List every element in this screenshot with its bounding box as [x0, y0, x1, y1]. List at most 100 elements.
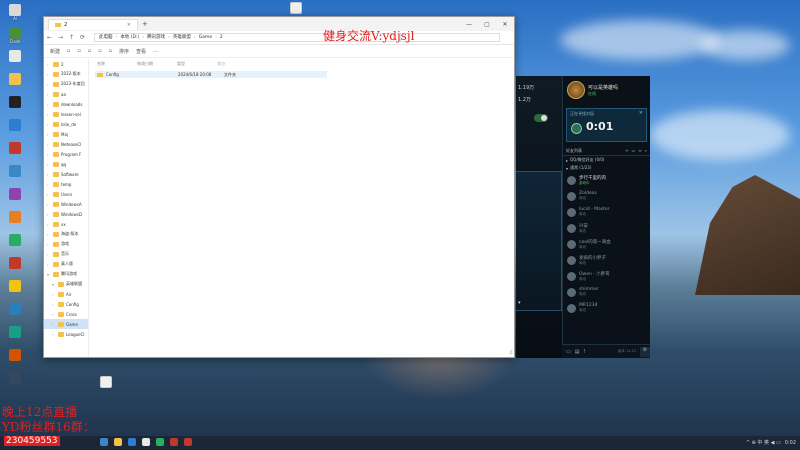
friend-item[interactable]: lucid - Master 离线	[563, 204, 650, 220]
friend-item[interactable]: cool的第一滴血 离线	[563, 236, 650, 252]
profile-header[interactable]: 可以是英雄吗 在线	[563, 76, 650, 104]
expand-chevron-icon[interactable]: ›	[47, 222, 51, 227]
expand-chevron-icon[interactable]: ›	[47, 242, 51, 247]
expand-chevron-icon[interactable]: ›	[47, 162, 51, 167]
column-header[interactable]: 名称	[97, 61, 137, 69]
expand-chevron-icon[interactable]: ›	[47, 132, 51, 137]
friend-item[interactable]: 兴安 离线	[563, 220, 650, 236]
expand-chevron-icon[interactable]: ›	[47, 172, 51, 177]
sidebar-folder-item[interactable]: › 音乐	[44, 249, 88, 259]
friend-group-qq[interactable]: ▸ QQ/微信好友 (0/0)	[563, 156, 650, 164]
friend-item[interactable]: Zoldeas 离线	[563, 188, 650, 204]
scroll-corner-icon[interactable]: C	[510, 350, 514, 356]
breadcrumb-item[interactable]: 本地 (D:)	[120, 34, 139, 41]
friend-item[interactable]: 发疯的小胖子 离线	[563, 252, 650, 268]
expand-chevron-icon[interactable]: ›	[47, 62, 51, 67]
sidebar-folder-item[interactable]: › temp	[44, 179, 88, 189]
refresh-icon[interactable]: ⟳	[77, 34, 88, 41]
new-tab-button[interactable]: +	[142, 20, 148, 28]
sidebar-folder-item[interactable]: › Game	[44, 319, 88, 329]
taskbar-app-icon[interactable]	[156, 438, 164, 446]
expand-chevron-icon[interactable]: ›	[52, 322, 56, 327]
toolbar-button[interactable]: 排序	[119, 48, 129, 55]
tab-close-icon[interactable]: ×	[127, 20, 131, 30]
tray-icons[interactable]: ^ ⊕ 中 英 ◀ ▭	[746, 439, 781, 446]
sidebar-folder-item[interactable]: › Software	[44, 169, 88, 179]
taskbar-app-icon[interactable]	[128, 438, 136, 446]
dropdown-chevron-icon[interactable]: ▾	[518, 300, 521, 306]
sidebar-folder-item[interactable]: › 2	[44, 59, 88, 69]
breadcrumb-item[interactable]: Game	[199, 34, 212, 41]
sidebar-folder-item[interactable]: › aa	[44, 89, 88, 99]
column-header[interactable]: 修改日期	[137, 61, 177, 69]
friend-group-general[interactable]: ▾ 通常 (1/23)	[563, 164, 650, 172]
toolbar-button[interactable]: ▫	[67, 48, 70, 54]
sidebar-folder-item[interactable]: › lolio_de	[44, 119, 88, 129]
column-header[interactable]: 大小	[217, 61, 257, 69]
list-icon[interactable]: ≡	[638, 148, 641, 153]
toolbar-button[interactable]: 查看	[136, 48, 146, 55]
file-row[interactable]: Config 2024/6/18 20:08 文件夹	[95, 71, 327, 78]
toolbar-button[interactable]: ▫	[77, 48, 80, 54]
sidebar-folder-item[interactable]: › downloads	[44, 99, 88, 109]
desktop-app-icon[interactable]	[3, 303, 27, 323]
expand-chevron-icon[interactable]: ›	[47, 232, 51, 237]
expand-chevron-icon[interactable]: ›	[47, 192, 51, 197]
expand-chevron-icon[interactable]: ›	[52, 302, 56, 307]
desktop-file-icon[interactable]	[94, 376, 118, 396]
add-friend-icon[interactable]: +	[625, 148, 628, 153]
desktop-app-icon[interactable]	[3, 372, 27, 392]
sidebar-folder-item[interactable]: ▾ 英雄联盟	[44, 279, 88, 289]
desktop-app-icon[interactable]	[3, 280, 27, 300]
expand-chevron-icon[interactable]: ›	[47, 72, 51, 77]
breadcrumb-item[interactable]: 英雄联盟	[173, 34, 191, 41]
sidebar-folder-item[interactable]: › Program F	[44, 149, 88, 159]
sidebar-folder-item[interactable]: › Config	[44, 299, 88, 309]
expand-chevron-icon[interactable]: ›	[47, 182, 51, 187]
breadcrumb-item[interactable]: 此电脑	[99, 34, 113, 41]
expand-chevron-icon[interactable]: ›	[47, 212, 51, 217]
sidebar-folder-item[interactable]: › WindowsA	[44, 199, 88, 209]
sidebar-folder-item[interactable]: › 2022-版本	[44, 69, 88, 79]
desktop-app-icon[interactable]	[3, 257, 27, 277]
desktop-app-icon[interactable]	[3, 326, 27, 346]
expand-chevron-icon[interactable]: ›	[47, 152, 51, 157]
expand-chevron-icon[interactable]: ›	[47, 82, 51, 87]
back-icon[interactable]: ←	[44, 34, 55, 41]
toolbar-button[interactable]: ▫	[98, 48, 101, 54]
expand-chevron-icon[interactable]: ›	[52, 292, 56, 297]
info-icon[interactable]: !	[583, 349, 585, 355]
cancel-queue-button[interactable]: ×	[639, 110, 643, 116]
avatar[interactable]	[567, 81, 585, 99]
taskbar-app-icon[interactable]	[100, 438, 108, 446]
expand-chevron-icon[interactable]: ›	[47, 112, 51, 117]
sidebar-folder-item[interactable]: › xx	[44, 219, 88, 229]
sidebar-folder-item[interactable]: › 真人版	[44, 259, 88, 269]
toolbar-button[interactable]: ...	[153, 48, 158, 54]
sidebar-folder-item[interactable]: ▾ 腾讯游戏	[44, 269, 88, 279]
close-button[interactable]: ✕	[496, 21, 514, 28]
expand-chevron-icon[interactable]: ▾	[52, 282, 56, 287]
expand-chevron-icon[interactable]: ›	[52, 332, 56, 337]
explorer-tab[interactable]: 2 ×	[48, 18, 138, 30]
desktop-app-icon[interactable]	[3, 349, 27, 369]
sidebar-folder-item[interactable]: › 海盗-版本	[44, 229, 88, 239]
desktop-app-icon[interactable]	[3, 234, 27, 254]
minimize-button[interactable]: —	[460, 21, 478, 28]
game-mode-panel[interactable]	[516, 171, 562, 311]
sidebar-folder-item[interactable]: › 游戏	[44, 239, 88, 249]
sidebar-folder-item[interactable]: › Maj	[44, 129, 88, 139]
sidebar-folder-item[interactable]: › Air	[44, 289, 88, 299]
expand-chevron-icon[interactable]: ›	[47, 252, 51, 257]
sidebar-folder-item[interactable]: › WindowsD	[44, 209, 88, 219]
desktop-app-icon[interactable]	[3, 188, 27, 208]
desktop-app-icon[interactable]	[3, 165, 27, 185]
desktop-app-icon[interactable]	[3, 73, 27, 93]
desktop-app-icon[interactable]	[3, 119, 27, 139]
breadcrumb-item[interactable]: 腾讯游戏	[147, 34, 165, 41]
sidebar-folder-item[interactable]: › lesson-sel	[44, 109, 88, 119]
expand-chevron-icon[interactable]: ›	[47, 92, 51, 97]
folder-icon[interactable]: ▭	[632, 148, 636, 153]
forward-icon[interactable]: →	[55, 34, 66, 41]
sidebar-folder-item[interactable]: › Cross	[44, 309, 88, 319]
